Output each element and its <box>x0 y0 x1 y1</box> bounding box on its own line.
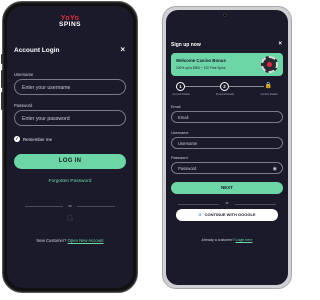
open-account-link[interactable]: Open New Account <box>68 238 104 243</box>
brand-logo: YoYo SPINS <box>7 15 133 28</box>
lock-icon: 🔒 <box>264 83 273 89</box>
eye-icon[interactable]: ◉ <box>273 166 277 172</box>
casino-chip-icon <box>261 56 278 73</box>
signup-phone: Sign up now × Welcome Casino Bonus 100% … <box>162 6 292 289</box>
password-input[interactable]: Enter your password <box>14 110 126 126</box>
username-input[interactable]: Enter your username <box>14 79 126 95</box>
password-placeholder: Password <box>178 166 197 172</box>
google-icon: G <box>198 212 202 217</box>
step-connector <box>185 86 220 87</box>
continue-with-google-button[interactable]: G CONTINUE WITH GOOGLE <box>176 209 278 221</box>
password-label: Password <box>171 156 188 160</box>
close-icon[interactable]: × <box>278 41 282 47</box>
username-input[interactable]: Username <box>171 137 283 149</box>
phone-side-button <box>1 54 3 64</box>
next-button[interactable]: NEXT <box>171 182 283 194</box>
modal-title: Sign up now <box>171 42 201 48</box>
step-1-label: Account Details <box>172 93 190 96</box>
username-label: Username <box>171 131 189 135</box>
or-divider: or <box>25 203 115 209</box>
step-connector <box>229 86 264 87</box>
or-divider: or <box>178 201 276 206</box>
logo-line2: SPINS <box>58 21 81 28</box>
step-2-label: Personal Details <box>215 93 235 96</box>
google-icon[interactable]: G <box>7 213 133 223</box>
divider-line <box>77 206 115 207</box>
phone-side-button <box>1 70 3 88</box>
login-phone: YoYo SPINS Account Login × Username Ente… <box>1 1 138 293</box>
bonus-subtitle: 100% up to $500 + 100 Free Spins <box>176 66 226 70</box>
step-3-label: Confirm Details <box>260 93 278 96</box>
divider-line <box>234 203 276 205</box>
google-button-label: CONTINUE WITH GOOGLE <box>204 212 256 217</box>
signup-screen: Sign up now × Welcome Casino Bonus 100% … <box>166 10 288 285</box>
email-label: Email <box>171 105 181 109</box>
login-here-link[interactable]: Login here <box>235 238 252 242</box>
modal-title: Account Login <box>14 47 60 54</box>
phone-side-button <box>1 92 3 110</box>
login-screen: YoYo SPINS Account Login × Username Ente… <box>7 6 133 288</box>
new-customer-row: New Customer? Open New Account <box>7 238 133 243</box>
login-button[interactable]: LOG IN <box>14 154 126 169</box>
remember-me-label: Remember me <box>23 136 53 142</box>
bonus-title: Welcome Casino Bonus <box>176 58 226 63</box>
check-icon: ✓ <box>14 136 20 142</box>
already-customer-row: Already a customer? Login here <box>166 238 288 242</box>
email-input[interactable]: Email <box>171 111 283 123</box>
remember-me-checkbox[interactable]: ✓ Remember me <box>14 136 52 142</box>
camera-icon <box>223 13 227 17</box>
username-label: Username <box>14 72 34 77</box>
password-label: Password <box>14 103 33 108</box>
close-icon[interactable]: × <box>120 45 125 54</box>
signup-steps: 1 2 🔒 Account Details Personal Details C… <box>172 82 278 96</box>
step-1: 1 <box>176 82 185 91</box>
already-customer-text: Already a customer? <box>201 238 235 242</box>
password-input[interactable]: Password ◉ <box>171 162 283 174</box>
new-customer-text: New Customer? <box>36 238 67 243</box>
forgot-password-link[interactable]: Forgotten Password <box>7 179 133 184</box>
step-2: 2 <box>220 82 229 91</box>
bonus-banner: Welcome Casino Bonus 100% up to $500 + 1… <box>171 53 283 76</box>
